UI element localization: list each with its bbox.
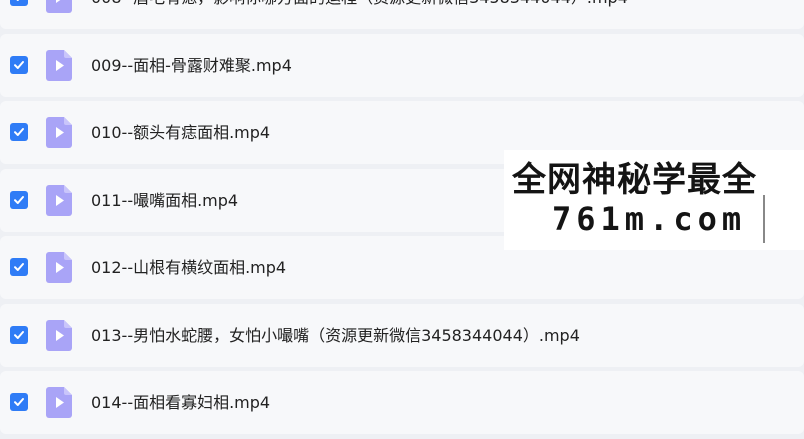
file-row[interactable]: 008--眉毛有痣，影响你哪方面的运程（资源更新微信3458344044）.mp… — [0, 0, 804, 29]
file-name[interactable]: 009--面相-骨露财难聚.mp4 — [91, 34, 292, 97]
row-checkbox[interactable] — [10, 258, 28, 276]
checkmark-icon — [14, 398, 24, 406]
file-name[interactable]: 010--额头有痣面相.mp4 — [91, 101, 270, 164]
watermark-text: 全网神秘学最全 — [512, 160, 757, 200]
video-file-icon — [46, 117, 72, 148]
text-cursor — [763, 195, 765, 243]
row-checkbox[interactable] — [10, 0, 28, 6]
row-checkbox[interactable] — [10, 325, 28, 344]
video-file-icon — [46, 387, 72, 418]
video-file-icon — [46, 0, 72, 13]
checkmark-icon — [16, 0, 20, 1]
video-file-icon — [46, 184, 72, 216]
checkmark-icon — [14, 263, 24, 271]
file-name[interactable]: 012--山根有横纹面相.mp4 — [91, 236, 286, 299]
file-name[interactable]: 008--眉毛有痣，影响你哪方面的运程（资源更新微信3458344044）.mp… — [91, 0, 628, 29]
row-checkbox[interactable] — [10, 55, 28, 74]
row-checkbox[interactable] — [10, 393, 28, 411]
file-row[interactable]: 014--面相看寡妇相.mp4 — [0, 371, 804, 434]
checkmark-icon — [14, 128, 24, 136]
file-name[interactable]: 011--嘬嘴面相.mp4 — [91, 169, 238, 232]
file-row[interactable]: 013--男怕水蛇腰，女怕小嘬嘴（资源更新微信3458344044）.mp4 — [0, 303, 804, 367]
checkmark-icon — [14, 60, 24, 69]
checkmark-icon — [14, 330, 24, 339]
file-name[interactable]: 014--面相看寡妇相.mp4 — [91, 371, 270, 434]
checkmark-icon — [14, 195, 24, 204]
file-name[interactable]: 013--男怕水蛇腰，女怕小嘬嘴（资源更新微信3458344044）.mp4 — [91, 304, 580, 367]
row-checkbox[interactable] — [10, 123, 28, 141]
watermark-overlay: 全网神秘学最全 761m.com — [504, 150, 804, 250]
video-file-icon — [46, 319, 72, 351]
watermark-url: 761m.com — [552, 200, 747, 238]
row-checkbox[interactable] — [10, 190, 28, 209]
file-row[interactable]: 009--面相-骨露财难聚.mp4 — [0, 33, 804, 97]
video-file-icon — [46, 252, 72, 283]
video-file-icon — [46, 49, 72, 81]
